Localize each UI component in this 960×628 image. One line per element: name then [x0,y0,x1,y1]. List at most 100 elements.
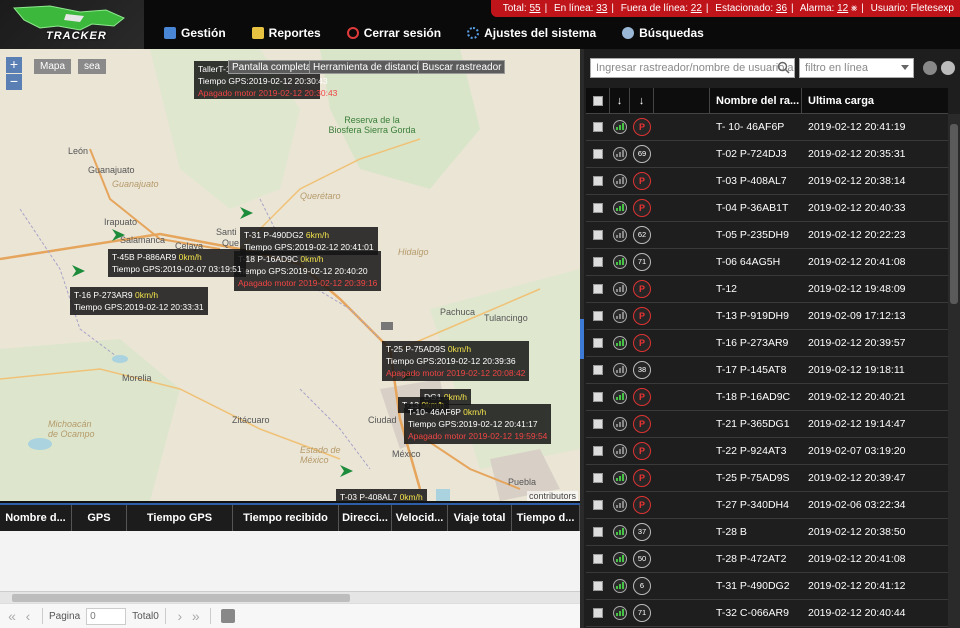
map-attribution[interactable]: contributors [526,491,578,501]
select-all-checkbox[interactable] [592,95,603,106]
online-filter-select[interactable]: filtro en línea [799,58,914,78]
vehicle-tooltip[interactable]: T-03 P-408AL7 0km/h [336,489,427,501]
layer-map-button[interactable]: Mapa [34,59,72,74]
row-checkbox[interactable] [593,149,603,159]
col-tracker-name[interactable]: Nombre del ra... [710,88,802,113]
tracker-row[interactable]: P T-12 2019-02-12 19:48:09 [586,276,948,303]
nav-busquedas[interactable]: Búsquedas [622,26,704,40]
tracker-row[interactable]: 62 T-05 P-235DH9 2019-02-12 20:22:23 [586,222,948,249]
col-velocidad[interactable]: Velocid... [392,505,448,531]
nav-gestion[interactable]: Gestión [164,26,226,40]
tracker-row[interactable]: 71 T-32 C-066AR9 2019-02-12 20:40:44 [586,600,948,627]
nav-ajustes[interactable]: Ajustes del sistema [467,26,596,40]
tracker-row[interactable]: P T-04 P-36AB1T 2019-02-12 20:40:33 [586,195,948,222]
distance-tool-button[interactable]: Herramienta de distancia [309,60,429,74]
find-tracker-button[interactable]: Buscar rastreador [418,60,506,74]
row-checkbox[interactable] [593,500,603,510]
col-viaje-total[interactable]: Viaje total [448,505,512,531]
vehicle-tooltip[interactable]: T-16 P-273AR9 0km/h Tiempo GPS:2019-02-1… [70,287,208,315]
signal-icon [613,120,627,134]
col-nombre[interactable]: Nombre d... [0,505,72,531]
tracker-row[interactable]: P T-27 P-340DH4 2019-02-06 03:22:34 [586,492,948,519]
tracker-row[interactable]: P T- 10- 46AF6P 2019-02-12 20:41:19 [586,114,948,141]
row-checkbox[interactable] [593,419,603,429]
tracker-row[interactable]: 71 T-06 64AG5H 2019-02-12 20:41:08 [586,249,948,276]
vehicle-tooltip[interactable]: T-18 P-16AD9C 0km/h Tiempo GPS:2019-02-1… [234,251,382,291]
zoom-in-button[interactable]: + [6,57,22,73]
row-checkbox[interactable] [593,581,603,591]
tracker-row[interactable]: 6 T-31 P-490DG2 2019-02-12 20:41:12 [586,573,948,600]
last-page-icon[interactable]: » [188,608,204,624]
vehicle-arrow-icon[interactable] [110,227,126,243]
row-checkbox[interactable] [593,608,603,618]
settings-icon[interactable] [941,61,955,75]
row-checkbox[interactable] [593,446,603,456]
map-view[interactable]: León Guanajuato Guanajuato Irapuato Sala… [0,49,580,501]
vehicle-arrow-icon[interactable] [338,463,354,479]
col-last-upload[interactable]: Ultima carga [802,88,948,113]
col-gps[interactable]: GPS [72,505,127,531]
back-icon[interactable] [923,61,937,75]
horizontal-scrollbar[interactable] [0,591,580,603]
tracker-row[interactable]: P T-13 P-919DH9 2019-02-09 17:12:13 [586,303,948,330]
tracker-row[interactable]: P T-16 P-273AR9 2019-02-12 20:39:57 [586,330,948,357]
row-checkbox[interactable] [593,365,603,375]
row-checkbox[interactable] [593,257,603,267]
mute-icon[interactable]: ⨳ [851,3,857,14]
tracker-row[interactable]: P T-18 P-16AD9C 2019-02-12 20:40:21 [586,384,948,411]
vehicle-tooltip[interactable]: T-45B P-886AR9 0km/h Tiempo GPS:2019-02-… [108,249,246,277]
next-page-icon[interactable]: › [172,608,188,624]
status-parked[interactable]: 36 [776,3,787,14]
row-checkbox[interactable] [593,392,603,402]
vehicle-arrow-icon[interactable] [238,205,254,221]
vertical-scrollbar[interactable] [948,114,960,628]
vehicle-truck-icon[interactable] [380,319,396,333]
prev-page-icon[interactable]: ‹ [20,608,36,624]
signal-icon [613,606,627,620]
nav-cerrar-sesion[interactable]: Cerrar sesión [346,26,441,40]
row-checkbox[interactable] [593,122,603,132]
search-icon[interactable] [777,61,790,74]
status-alarm[interactable]: 12 [837,3,848,14]
report-icon [251,27,264,39]
row-checkbox[interactable] [593,473,603,483]
scroll-thumb[interactable] [12,594,350,602]
row-checkbox[interactable] [593,338,603,348]
row-checkbox[interactable] [593,554,603,564]
scroll-thumb[interactable] [950,124,958,304]
row-checkbox[interactable] [593,176,603,186]
col-tiempo-d[interactable]: Tiempo d... [512,505,580,531]
first-page-icon[interactable]: « [4,608,20,624]
nav-reportes[interactable]: Reportes [251,26,321,40]
col-tiempo-gps[interactable]: Tiempo GPS [127,505,233,531]
page-input[interactable] [86,607,127,625]
fullscreen-button[interactable]: Pantalla completa [228,60,316,74]
layer-sea-button[interactable]: sea [78,59,107,74]
vehicle-tooltip[interactable]: T-10- 46AF6P 0km/h Tiempo GPS:2019-02-12… [404,404,552,444]
tracker-row[interactable]: 50 T-28 P-472AT2 2019-02-12 20:41:08 [586,546,948,573]
tracker-row[interactable]: 69 T-02 P-724DJ3 2019-02-12 20:35:31 [586,141,948,168]
col-tiempo-recibido[interactable]: Tiempo recibido [233,505,339,531]
status-offline[interactable]: 22 [691,3,702,14]
vehicle-arrow-icon[interactable] [70,263,86,279]
row-checkbox[interactable] [593,527,603,537]
tracker-row[interactable]: 38 T-17 P-145AT8 2019-02-12 19:18:11 [586,357,948,384]
tracker-row[interactable]: P T-03 P-408AL7 2019-02-12 20:38:14 [586,168,948,195]
row-checkbox[interactable] [593,230,603,240]
zoom-out-button[interactable]: − [6,74,22,90]
status-total[interactable]: 55 [529,3,540,14]
row-checkbox[interactable] [593,203,603,213]
vehicle-tooltip[interactable]: T-25 P-75AD9S 0km/h Tiempo GPS:2019-02-1… [382,341,530,381]
tracker-row[interactable]: 37 T-28 B 2019-02-12 20:38:50 [586,519,948,546]
refresh-icon[interactable] [220,609,235,623]
col-direccion[interactable]: Direcci... [339,505,392,531]
tracker-row[interactable]: P T-22 P-924AT3 2019-02-07 03:19:20 [586,438,948,465]
sort-status[interactable]: ↓ [630,88,654,113]
tracker-search-input[interactable]: Ingresar rastreador/nombre de usuario a [590,58,795,78]
sort-signal[interactable]: ↓ [610,88,630,113]
tracker-row[interactable]: P T-25 P-75AD9S 2019-02-12 20:39:47 [586,465,948,492]
tracker-row[interactable]: P T-21 P-365DG1 2019-02-12 19:14:47 [586,411,948,438]
row-checkbox[interactable] [593,311,603,321]
row-checkbox[interactable] [593,284,603,294]
status-online[interactable]: 33 [596,3,607,14]
